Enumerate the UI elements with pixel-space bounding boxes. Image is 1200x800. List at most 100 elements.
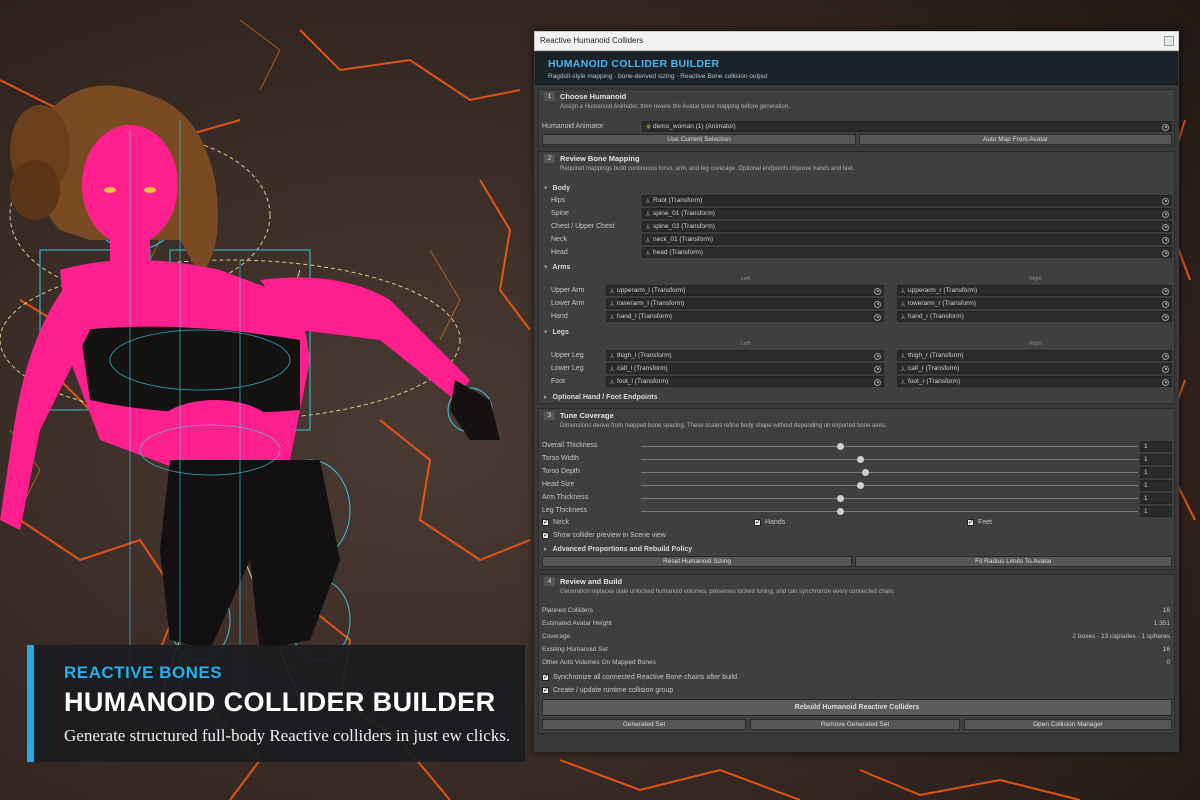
fit-radius-button[interactable]: Fit Radius Limits To Avatar: [855, 556, 1172, 567]
transform-field[interactable]: ⅄ neck_01 (Transform): [642, 234, 1172, 245]
slider-track[interactable]: [641, 446, 1138, 447]
slider-handle[interactable]: [836, 443, 844, 450]
bone-label: Foot: [551, 378, 566, 385]
transform-value: neck_01 (Transform): [653, 236, 714, 243]
slider-track[interactable]: [641, 472, 1138, 473]
object-picker-icon[interactable]: [874, 313, 881, 321]
slider-value-field[interactable]: 1: [1140, 441, 1172, 452]
animator-field[interactable]: ⛯ demo_woman (1) (Animator): [642, 121, 1172, 132]
close-icon[interactable]: [1164, 36, 1174, 46]
window-title: Reactive Humanoid Colliders: [540, 36, 644, 45]
transform-icon: ⅄: [901, 287, 905, 295]
transform-field[interactable]: ⅄ upperarm_r (Transform): [897, 285, 1172, 296]
rebuild-button[interactable]: Rebuild Humanoid Reactive Colliders: [542, 699, 1172, 716]
transform-field[interactable]: ⅄ thigh_r (Transform): [897, 350, 1172, 361]
generated-set-button[interactable]: Generated Set: [542, 719, 746, 730]
animator-value: demo_woman (1) (Animator): [653, 123, 736, 130]
window-titlebar[interactable]: Reactive Humanoid Colliders: [534, 31, 1179, 51]
object-picker-icon[interactable]: [1162, 223, 1169, 231]
transform-field[interactable]: ⅄ calf_r (Transform): [897, 363, 1172, 374]
object-picker-icon[interactable]: [874, 352, 881, 360]
slider-track[interactable]: [641, 485, 1138, 486]
slider-label: Arm Thickness: [542, 494, 589, 501]
object-picker-icon[interactable]: [1162, 352, 1169, 360]
preview-checkbox[interactable]: ✓: [542, 532, 549, 539]
sync-checkbox[interactable]: ✓: [542, 674, 549, 681]
transform-field[interactable]: ⅄ head (Transform): [642, 247, 1172, 258]
use-current-selection-button[interactable]: Use Current Selection: [542, 134, 856, 145]
auto-map-button[interactable]: Auto Map From Avatar: [859, 134, 1172, 145]
section-tune-coverage: 3 Tune Coverage Dimensions derive from m…: [538, 408, 1175, 570]
transform-value: lowerarm_l (Transform): [617, 300, 685, 307]
slider-value-field[interactable]: 1: [1140, 493, 1172, 504]
slider-value-field[interactable]: 1: [1140, 454, 1172, 465]
foldout-label: Advanced Proportions and Rebuild Policy: [552, 546, 693, 553]
transform-field[interactable]: ⅄ calf_l (Transform): [606, 363, 884, 374]
transform-value: thigh_l (Transform): [617, 352, 672, 359]
bone-label: Head: [551, 249, 568, 256]
transform-icon: ⅄: [646, 236, 650, 244]
reset-sizing-button[interactable]: Reset Humanoid Sizing: [542, 556, 852, 567]
slider-value-field[interactable]: 1: [1140, 480, 1172, 491]
object-picker-icon[interactable]: [1162, 210, 1169, 218]
transform-value: spine_01 (Transform): [653, 210, 715, 217]
transform-field[interactable]: ⅄ foot_l (Transform): [606, 376, 884, 387]
transform-field[interactable]: ⅄ Root (Transform): [642, 195, 1172, 206]
remove-generated-set-button[interactable]: Remove Generated Set: [750, 719, 960, 730]
promo-tag: REACTIVE BONES: [64, 663, 223, 682]
slider-handle[interactable]: [861, 469, 869, 476]
slider-handle[interactable]: [856, 456, 864, 463]
slider-track[interactable]: [641, 459, 1138, 460]
transform-field[interactable]: ⅄ thigh_l (Transform): [606, 350, 884, 361]
transform-field[interactable]: ⅄ lowerarm_l (Transform): [606, 298, 884, 309]
advanced-foldout[interactable]: ▸ Advanced Proportions and Rebuild Policy: [544, 545, 692, 553]
object-picker-icon[interactable]: [874, 365, 881, 373]
chevron-down-icon: ▾: [544, 329, 548, 336]
section-description: Required mappings build continuous torso…: [560, 166, 855, 172]
feet-checkbox[interactable]: ✓: [967, 519, 974, 526]
hands-checkbox[interactable]: ✓: [754, 519, 761, 526]
transform-icon: ⅄: [646, 210, 650, 218]
slider-handle[interactable]: [836, 495, 844, 502]
object-picker-icon[interactable]: [1162, 197, 1169, 205]
stat-value: 2 boxes · 13 capsules · 1 spheres: [1072, 633, 1170, 640]
slider-track[interactable]: [641, 511, 1138, 512]
transform-field[interactable]: ⅄ spine_01 (Transform): [642, 208, 1172, 219]
transform-value: upperarm_l (Transform): [617, 287, 686, 294]
slider-value-field[interactable]: 1: [1140, 467, 1172, 478]
object-picker-icon[interactable]: [874, 287, 881, 295]
slider-value-field[interactable]: 1: [1140, 506, 1172, 517]
object-picker-icon[interactable]: [874, 378, 881, 386]
transform-field[interactable]: ⅄ spine_03 (Transform): [642, 221, 1172, 232]
transform-field[interactable]: ⅄ lowerarm_r (Transform): [897, 298, 1172, 309]
transform-field[interactable]: ⅄ foot_r (Transform): [897, 376, 1172, 387]
slider-handle[interactable]: [856, 482, 864, 489]
slider-track[interactable]: [641, 498, 1138, 499]
object-picker-icon[interactable]: [1162, 249, 1169, 257]
object-picker-icon[interactable]: [1162, 236, 1169, 244]
object-picker-icon[interactable]: [1162, 300, 1169, 308]
legs-foldout[interactable]: ▾ Legs: [544, 328, 569, 336]
section-choose-humanoid: 1 Choose Humanoid Assign a Humanoid Anim…: [538, 89, 1175, 147]
stat-value: 1.351: [1153, 620, 1170, 627]
arms-foldout[interactable]: ▾ Arms: [544, 263, 570, 271]
open-collision-manager-button[interactable]: Open Collision Manager: [964, 719, 1172, 730]
transform-field[interactable]: ⅄ hand_l (Transform): [606, 311, 884, 322]
object-picker-icon[interactable]: [1162, 365, 1169, 373]
object-picker-icon[interactable]: [874, 300, 881, 308]
group-checkbox[interactable]: ✓: [542, 687, 549, 694]
slider-handle[interactable]: [836, 508, 844, 515]
tool-header: HUMANOID COLLIDER BUILDER Ragdoll-style …: [535, 52, 1178, 85]
optional-endpoints-foldout[interactable]: ▸ Optional Hand / Foot Endpoints: [544, 393, 658, 401]
neck-checkbox[interactable]: ✓: [542, 519, 549, 526]
object-picker-icon[interactable]: [1162, 123, 1169, 131]
object-picker-icon[interactable]: [1162, 313, 1169, 321]
transform-field[interactable]: ⅄ hand_r (Transform): [897, 311, 1172, 322]
body-foldout[interactable]: ▾ Body: [544, 184, 570, 192]
bone-label: Neck: [551, 236, 567, 243]
bone-label: Lower Arm: [551, 300, 585, 307]
transform-field[interactable]: ⅄ upperarm_l (Transform): [606, 285, 884, 296]
object-picker-icon[interactable]: [1162, 287, 1169, 295]
object-picker-icon[interactable]: [1162, 378, 1169, 386]
neck-label: Neck: [553, 519, 569, 526]
